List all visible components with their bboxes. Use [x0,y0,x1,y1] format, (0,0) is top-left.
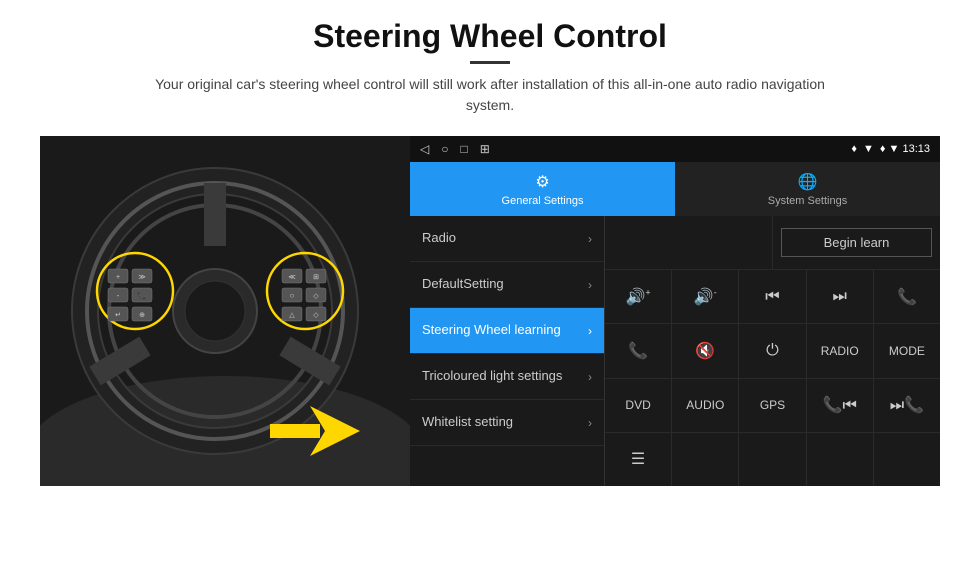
control-row-5: ☰ [605,433,940,486]
tab-system[interactable]: 🌐 System Settings [675,162,940,216]
title-section: Steering Wheel Control Your original car… [140,18,840,128]
page-subtitle: Your original car's steering wheel contr… [140,74,840,116]
radio-label: RADIO [821,344,859,358]
mode-cell[interactable]: MODE [874,324,940,377]
phone-next-icon: ⏭📞 [890,395,924,415]
next-track-icon: ⏭ [833,288,847,306]
vol-up-cell[interactable]: 🔊+ [605,270,672,323]
gps-icon: ♦ [851,143,857,155]
menu-icon[interactable]: ⊞ [480,142,490,156]
control-row-1: Begin learn [605,216,940,270]
vol-down-icon: 🔊- [694,287,717,307]
mute-icon: 🔇 [695,341,715,361]
recents-icon[interactable]: □ [460,142,467,156]
menu-item-radio[interactable]: Radio › [410,216,604,262]
vol-up-icon: 🔊+ [626,287,651,307]
next-track-cell[interactable]: ⏭ [807,270,874,323]
chevron-icon: › [588,278,592,292]
menu-tricolour-label: Tricoloured light settings [422,368,588,385]
clock: ♦ ▼ 13:13 [880,143,930,155]
dvd-label: DVD [625,398,650,412]
gps-label: GPS [760,398,785,412]
menu-list: Radio › DefaultSetting › Steering Wheel … [410,216,605,486]
begin-learn-button[interactable]: Begin learn [781,228,931,257]
chevron-icon: › [588,370,592,384]
svg-text:≪: ≪ [288,274,295,281]
chevron-icon: › [588,324,592,338]
gear-icon: ⚙ [535,172,549,192]
answer-call-cell[interactable]: 📞 [605,324,672,377]
steering-wheel-panel: + ≫ - 📞 ↵ ⊕ ≪ ⊞ ○ ◇ △ ◇ [40,136,410,486]
empty-5-2 [672,433,739,486]
back-icon[interactable]: ◁ [420,142,429,156]
menu-item-tricolour[interactable]: Tricoloured light settings › [410,354,604,400]
page-container: Steering Wheel Control Your original car… [0,0,980,564]
control-row-2: 🔊+ 🔊- ⏮ ⏭ 📞 [605,270,940,324]
svg-text:○: ○ [290,291,295,300]
menu-cell[interactable]: ☰ [605,433,672,486]
phone-prev-cell[interactable]: 📞⏮ [807,379,874,432]
dvd-cell[interactable]: DVD [605,379,672,432]
phone-icon: 📞 [897,287,917,307]
status-bar: ◁ ○ □ ⊞ ♦ ▼ ♦ ▼ 13:13 [410,136,940,162]
chevron-icon: › [588,232,592,246]
main-content: Radio › DefaultSetting › Steering Wheel … [410,216,940,486]
android-panel: ◁ ○ □ ⊞ ♦ ▼ ♦ ▼ 13:13 ⚙ General Settings [410,136,940,486]
tab-bar: ⚙ General Settings 🌐 System Settings [410,162,940,216]
phone-prev-icon: 📞⏮ [823,395,857,415]
mute-cell[interactable]: 🔇 [672,324,739,377]
tab-general[interactable]: ⚙ General Settings [410,162,675,216]
empty-5-5 [874,433,940,486]
empty-cell [605,216,773,269]
menu-steering-label: Steering Wheel learning [422,322,588,339]
svg-text:-: - [117,291,120,300]
mode-label: MODE [889,344,925,358]
system-icon: 🌐 [798,172,818,192]
control-panel: Begin learn 🔊+ 🔊- ⏮ [605,216,940,486]
svg-text:≫: ≫ [138,274,145,281]
svg-text:+: + [116,274,120,281]
menu-radio-label: Radio [422,230,588,247]
svg-text:⊞: ⊞ [313,274,319,281]
tab-general-label: General Settings [502,195,584,207]
empty-5-4 [807,433,874,486]
chevron-icon: › [588,416,592,430]
prev-track-cell[interactable]: ⏮ [739,270,806,323]
title-divider [470,61,510,64]
answer-call-icon: 📞 [628,341,648,361]
control-row-3: 📞 🔇 ⏻ RADIO MODE [605,324,940,378]
begin-learn-cell[interactable]: Begin learn [773,216,940,269]
empty-5-3 [739,433,806,486]
phone-next-cell[interactable]: ⏭📞 [874,379,940,432]
svg-text:◇: ◇ [313,293,319,300]
svg-text:△: △ [289,312,295,319]
menu-item-steering[interactable]: Steering Wheel learning › [410,308,604,354]
menu-whitelist-label: Whitelist setting [422,414,588,431]
tab-system-label: System Settings [768,195,847,207]
prev-track-icon: ⏮ [765,288,779,306]
content-area: + ≫ - 📞 ↵ ⊕ ≪ ⊞ ○ ◇ △ ◇ [40,136,940,486]
control-row-4: DVD AUDIO GPS 📞⏮ ⏭📞 [605,379,940,433]
page-title: Steering Wheel Control [140,18,840,55]
gps-cell[interactable]: GPS [739,379,806,432]
audio-label: AUDIO [686,398,724,412]
menu-default-label: DefaultSetting [422,276,588,293]
vol-down-cell[interactable]: 🔊- [672,270,739,323]
power-icon: ⏻ [766,342,779,360]
svg-text:⊕: ⊕ [139,312,145,319]
power-cell[interactable]: ⏻ [739,324,806,377]
svg-text:📞: 📞 [137,290,147,300]
audio-cell[interactable]: AUDIO [672,379,739,432]
menu-item-default[interactable]: DefaultSetting › [410,262,604,308]
wifi-icon: ▼ [863,143,874,155]
status-icons-left: ◁ ○ □ ⊞ [420,142,490,156]
svg-text:◇: ◇ [313,312,319,319]
phone-cell[interactable]: 📞 [874,270,940,323]
burger-menu-icon: ☰ [631,449,645,469]
status-right: ♦ ▼ ♦ ▼ 13:13 [851,143,930,155]
svg-text:↵: ↵ [115,312,121,319]
menu-item-whitelist[interactable]: Whitelist setting › [410,400,604,446]
radio-cell[interactable]: RADIO [807,324,874,377]
home-icon[interactable]: ○ [441,142,448,156]
